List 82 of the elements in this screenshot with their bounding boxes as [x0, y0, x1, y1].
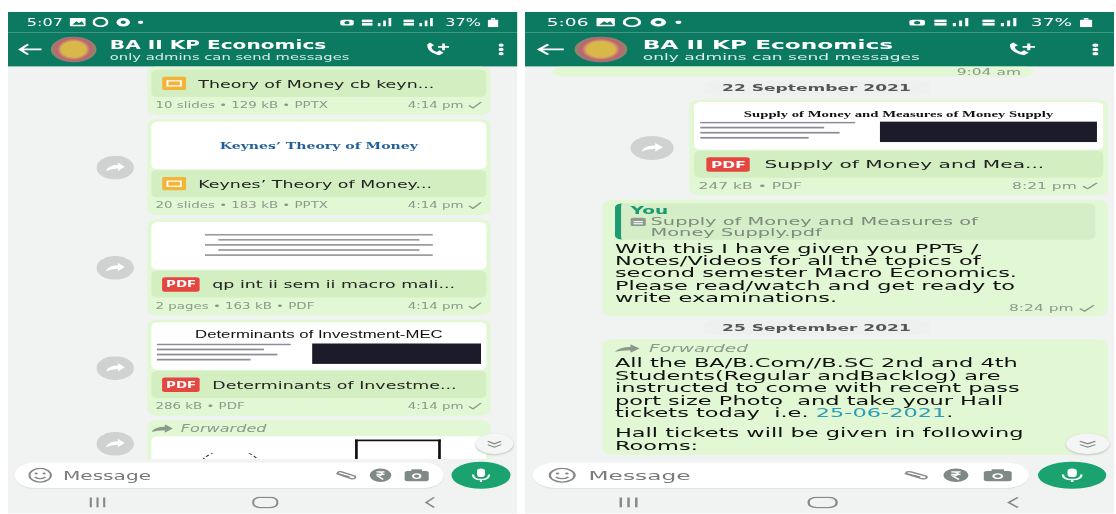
status-time: 5:07 [26, 16, 63, 29]
microphone-icon [471, 467, 491, 483]
forwarded-label: Forwarded [180, 422, 267, 435]
back-icon[interactable] [423, 496, 437, 509]
camera-icon[interactable] [982, 468, 1014, 483]
quote-author: You [630, 204, 670, 217]
file-name: Keynes’ Theory of Money... [198, 177, 433, 191]
file-attachment[interactable]: PDF qp int ii sem ii macro mali... [151, 270, 487, 298]
file-details: 10 slides • 129 kB • PPTX [155, 100, 329, 110]
battery-icon [1079, 17, 1093, 27]
document-icon [630, 216, 646, 227]
forward-arrow-icon [151, 424, 173, 433]
chat-subtitle: only admins can send messages [642, 51, 920, 63]
gallery-icon [69, 17, 86, 27]
file-attachment[interactable]: Keynes’ Theory of Money... [151, 170, 487, 198]
message-input-field[interactable]: Message [532, 462, 1029, 488]
message-text: All the BA/B.Com//B.SC 2nd and 4th Students(Regular andBacklog) are instructed to come with recent pass port size Photo and take your Hall tickets today i.e. 25-06-2021. [614, 357, 1020, 419]
home-icon[interactable] [251, 496, 279, 509]
message-time: 4:14 pm [407, 200, 464, 210]
home-icon[interactable] [807, 496, 839, 509]
file-attachment[interactable]: Theory of Money cb keyn... [151, 69, 487, 97]
emoji-icon[interactable] [548, 467, 577, 483]
forwarded-label: Forwarded [649, 342, 749, 355]
message-time: 8:21 pm [1012, 180, 1077, 191]
message-input[interactable]: Message [62, 467, 323, 483]
recent-apps-icon[interactable] [88, 497, 108, 508]
menu-icon[interactable] [1092, 42, 1099, 57]
camera-icon[interactable] [403, 468, 431, 483]
status-time: 5:06 [546, 16, 589, 29]
file-name: Theory of Money cb keyn... [198, 77, 435, 90]
message-time: 4:14 pm [407, 400, 464, 411]
file-details: 286 kB • PDF [155, 400, 245, 411]
message-time: 8:24 pm [1009, 303, 1074, 313]
message-text: With this I have given you PPTs / Notes/Videos for all the topics of second semester Macro Economics. Please read/watch and get ready to write examinations. [614, 242, 1017, 304]
pdf-icon: PDF [162, 377, 201, 392]
message-text: Hall tickets will be given in following Rooms: [614, 426, 1024, 452]
preview-title: Determinants of Investment-MEC [195, 328, 443, 341]
forward-arrow-icon [614, 344, 640, 353]
back-icon[interactable] [1005, 496, 1021, 509]
file-attachment[interactable]: PDF Determinants of Investme... [151, 370, 487, 398]
message-input[interactable]: Message [588, 467, 890, 483]
rupee-icon[interactable] [368, 467, 393, 483]
double-chevron-icon [1078, 440, 1097, 448]
file-name: Supply of Money and Mea... [764, 157, 1045, 171]
pdf-icon: PDF [162, 276, 201, 292]
battery-percent: 37% [1030, 16, 1073, 29]
battery-icon [487, 17, 499, 27]
chat-title: BA II KP Economics [642, 36, 895, 52]
file-name: qp int ii sem ii macro mali... [212, 277, 456, 291]
microphone-icon [1061, 467, 1083, 483]
preview-title: Supply of Money and Measures of Money Supply [743, 110, 1054, 119]
double-chevron-icon [486, 440, 503, 448]
dot-icon [137, 20, 144, 24]
slides-file-icon [162, 76, 187, 91]
chat-subtitle: only admins can send messages [109, 51, 350, 63]
recent-apps-icon[interactable] [618, 497, 640, 508]
back-arrow-icon[interactable] [534, 42, 566, 57]
message-input-field[interactable]: Message [14, 462, 444, 488]
chat-icon [92, 17, 109, 28]
file-details: 2 pages • 163 kB • PDF [155, 300, 315, 310]
file-details: 20 slides • 183 kB • PPTX [155, 200, 329, 210]
slides-file-icon [162, 176, 187, 191]
chat-icon [622, 17, 642, 28]
emoji-icon[interactable] [28, 467, 53, 483]
gallery-icon [596, 17, 615, 27]
chat-title: BA II KP Economics [109, 36, 328, 52]
group-avatar[interactable] [50, 36, 97, 63]
back-arrow-icon[interactable] [16, 42, 43, 57]
quoted-file-name: Supply of Money and Measures of Money Supply.pdf [650, 216, 978, 239]
message-time: 4:14 pm [407, 100, 464, 110]
message-time: 9:04 am [956, 66, 1021, 77]
paperclip-icon[interactable] [333, 470, 358, 481]
menu-icon[interactable] [498, 42, 504, 57]
dot-icon [675, 20, 682, 24]
file-details: 247 kB • PDF [698, 180, 802, 191]
battery-percent: 37% [445, 16, 481, 29]
file-attachment[interactable]: PDF Supply of Money and Mea... [693, 150, 1104, 178]
rupee-icon[interactable] [941, 467, 970, 483]
message-time: 4:14 pm [407, 300, 464, 310]
file-name: Determinants of Investme... [212, 377, 457, 391]
preview-title: Keynes’ Theory of Money [219, 140, 418, 151]
pdf-icon: PDF [706, 156, 751, 172]
